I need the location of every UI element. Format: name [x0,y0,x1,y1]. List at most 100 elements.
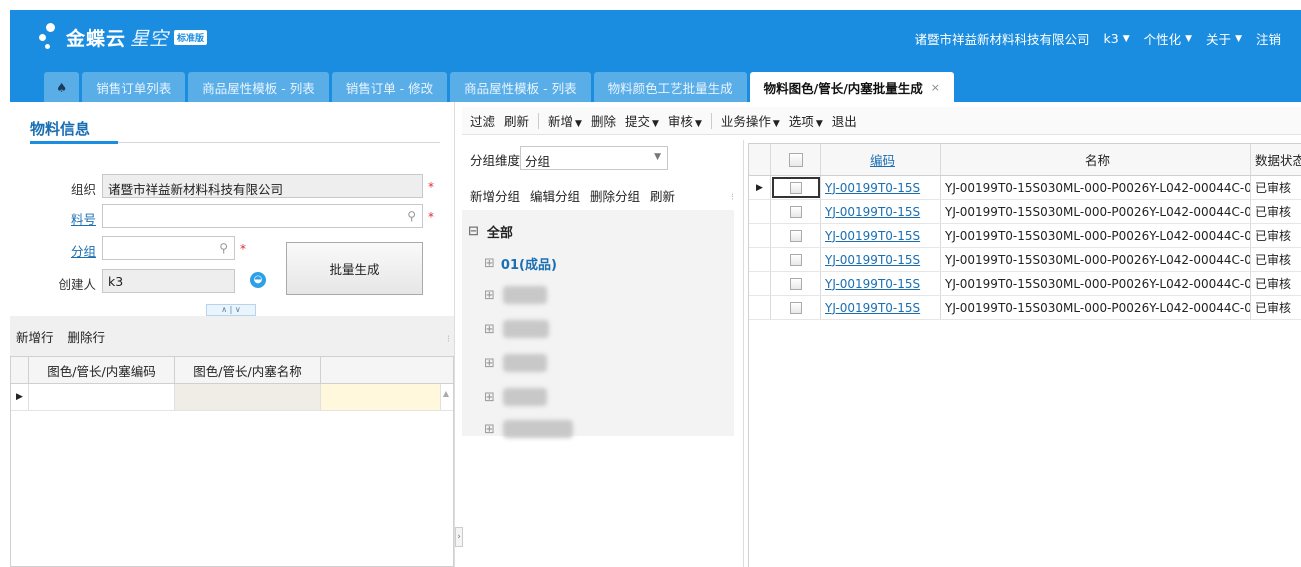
panel-splitter[interactable]: › [454,102,463,567]
group-dimension-select[interactable]: 分组 ▼ [520,146,668,170]
add-group-button[interactable]: 新增分组 [470,186,520,205]
refresh-group-button[interactable]: 刷新 [650,186,675,205]
collapse-icon[interactable]: ⊟ [468,224,479,239]
name-cell: YJ-00199T0-15S030ML-000-P0026Y-L042-0004… [941,224,1251,247]
search-icon[interactable]: ⚲ [407,209,416,223]
submit-button[interactable]: 提交 ▼ [625,111,659,130]
material-grid-header: 编码 名称 数据状态 [749,143,1301,176]
company-name[interactable]: 诸暨市祥益新材料科技有限公司 [914,29,1089,48]
row-checkbox[interactable] [771,248,821,271]
tree-node-blurred[interactable]: ⊞ [484,388,547,406]
code-cell[interactable]: YJ-00199T0-15S [821,200,941,223]
code-cell[interactable]: YJ-00199T0-15S [821,248,941,271]
app-logo: 金蝶云 星空 标准版 [38,22,208,52]
scroll-up-icon[interactable]: ▲ [443,389,449,398]
logout-link[interactable]: 注销 [1256,29,1281,48]
grip-icon[interactable]: ⁝ [447,334,450,345]
creator-field[interactable]: k3 [102,269,235,293]
tab-attr-template-list-2[interactable]: 商品屋性模板 - 列表 [450,72,591,102]
col-status-header[interactable]: 数据状态 [1251,144,1301,175]
col-name-header[interactable]: 图色/管长/内塞名称 [175,357,321,383]
select-all-checkbox[interactable] [771,144,821,175]
name-cell[interactable] [175,384,321,410]
code-cell[interactable]: YJ-00199T0-15S [821,176,941,199]
audit-button[interactable]: 审核 ▼ [668,111,702,130]
row-indicator-icon [749,296,771,319]
row-checkbox[interactable] [771,200,821,223]
tree-node-all[interactable]: ⊟ 全部 [468,222,513,241]
tab-batch-generate[interactable]: 物料图色/管长/内塞批量生成 × [749,72,955,102]
logo-dots-icon [38,22,62,52]
caret-down-icon: ▼ [815,119,823,129]
col-code-header[interactable]: 编码 [821,144,941,175]
edit-group-button[interactable]: 编辑分组 [530,186,580,205]
tree-node-blurred[interactable]: ⊞ [484,354,547,372]
table-row[interactable]: ▶ [11,384,453,411]
expand-icon: ⊞ [484,389,495,405]
code-cell[interactable]: YJ-00199T0-15S [821,296,941,319]
panel-splitter[interactable]: ⌄ [734,140,744,567]
code-cell[interactable] [29,384,175,410]
add-button[interactable]: 新增 ▼ [548,111,582,130]
col-code-header[interactable]: 图色/管长/内塞编码 [29,357,175,383]
expand-icon: ⊞ [484,287,495,303]
code-cell[interactable]: YJ-00199T0-15S [821,272,941,295]
table-row[interactable]: YJ-00199T0-15S YJ-00199T0-15S030ML-000-P0… [749,296,1301,320]
expand-icon[interactable]: ⊞ [484,256,495,271]
row-checkbox[interactable] [771,296,821,319]
caret-down-icon: ▼ [694,119,702,129]
extra-cell[interactable] [321,384,441,410]
business-ops-button[interactable]: 业务操作 ▼ [721,111,780,130]
add-row-button[interactable]: 新增行 [16,327,54,346]
material-grid-body: ▶ YJ-00199T0-15S YJ-00199T0-15S030ML-000-P… [749,176,1301,320]
search-icon[interactable]: ⚲ [219,241,228,255]
table-row[interactable]: ▶ YJ-00199T0-15S YJ-00199T0-15S030ML-000-P… [749,176,1301,200]
batch-generate-button[interactable]: 批量生成 [286,242,423,295]
group-input[interactable]: ⚲ [102,236,235,260]
user-icon[interactable]: ◒ [250,272,266,288]
tree-node-blurred[interactable]: ⊞ [484,286,547,304]
section-divider [30,141,440,144]
filter-button[interactable]: 过滤 [470,111,495,130]
col-name-header[interactable]: 名称 [941,144,1251,175]
tree-node-blurred[interactable]: ⊞ [484,420,573,438]
entry-grid-header: 图色/管长/内塞编码 图色/管长/内塞名称 [11,357,453,384]
table-row[interactable]: YJ-00199T0-15S YJ-00199T0-15S030ML-000-P0… [749,224,1301,248]
caret-down-icon: ▼ [652,119,659,129]
material-label[interactable]: 料号 [36,209,96,228]
table-row[interactable]: YJ-00199T0-15S YJ-00199T0-15S030ML-000-P0… [749,200,1301,224]
options-button[interactable]: 选项 ▼ [789,111,823,130]
row-checkbox[interactable] [771,176,821,199]
tab-home[interactable]: ♠ [44,72,80,102]
tab-sales-order-list[interactable]: 销售订单列表 [82,72,186,102]
group-actions: 新增分组 编辑分组 删除分组 刷新 [470,186,675,205]
table-row[interactable]: YJ-00199T0-15S YJ-00199T0-15S030ML-000-P0… [749,272,1301,296]
material-input[interactable]: ⚲ [102,204,423,228]
tab-sales-order-edit[interactable]: 销售订单 - 修改 [331,72,448,102]
user-menu[interactable]: k3 ▼ [1103,29,1129,48]
delete-button[interactable]: 删除 [591,111,616,130]
tree-node-finished[interactable]: ⊞ 01(成品) [484,254,557,273]
logo-product: 星空 [130,27,169,50]
personalize-menu[interactable]: 个性化 ▼ [1144,29,1192,48]
tab-attr-template-list[interactable]: 商品屋性模板 - 列表 [188,72,329,102]
collapse-toggle[interactable]: ∧ | ∨ [206,304,256,316]
row-indicator-icon [749,224,771,247]
tree-node-blurred[interactable]: ⊞ [484,320,549,338]
close-icon[interactable]: × [931,81,940,94]
org-label: 组织 [70,182,96,197]
row-checkbox[interactable] [771,224,821,247]
exit-button[interactable]: 退出 [832,111,857,130]
delete-group-button[interactable]: 删除分组 [590,186,640,205]
org-field[interactable]: 诸暨市祥益新材料科技有限公司 [102,174,423,198]
row-checkbox[interactable] [771,272,821,295]
group-label[interactable]: 分组 [36,241,96,260]
code-cell[interactable]: YJ-00199T0-15S [821,224,941,247]
table-row[interactable]: YJ-00199T0-15S YJ-00199T0-15S030ML-000-P0… [749,248,1301,272]
about-menu[interactable]: 关于 ▼ [1206,29,1242,48]
creator-label: 创建人 [58,277,96,292]
tab-color-process-batch[interactable]: 物料颜色工艺批量生成 [593,72,747,102]
refresh-button[interactable]: 刷新 [504,111,529,130]
required-mark: * [240,242,246,256]
delete-row-button[interactable]: 删除行 [68,327,106,346]
